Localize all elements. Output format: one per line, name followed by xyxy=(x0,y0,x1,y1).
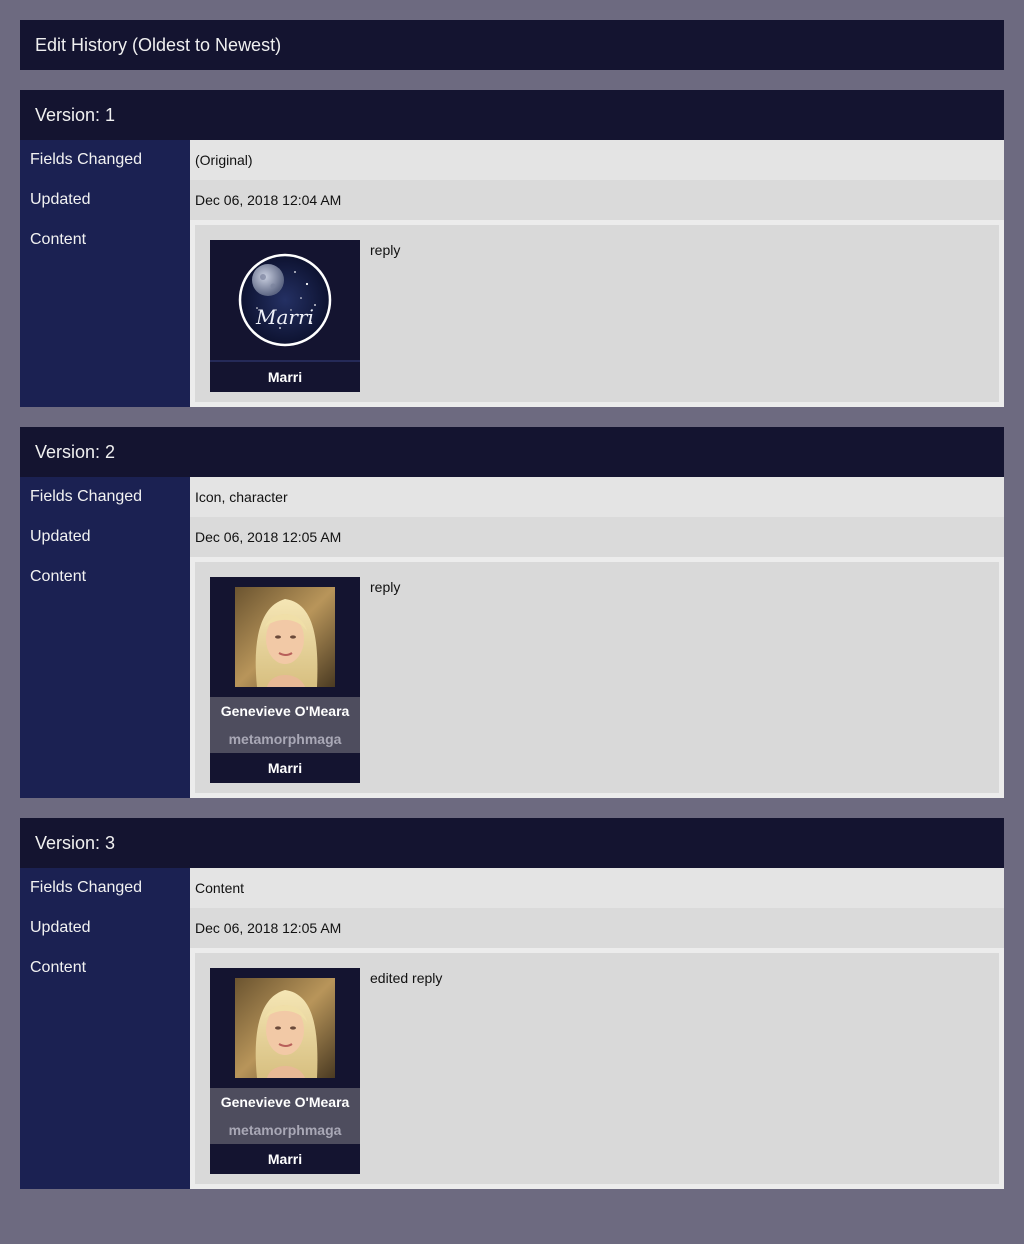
post: Genevieve O'Meara metamorphmaga Marri ed… xyxy=(195,953,999,1184)
updated-row: Updated Dec 06, 2018 12:05 AM xyxy=(20,517,1004,557)
character-screenname: metamorphmaga xyxy=(210,1116,360,1144)
version-block-3: Version: 3 Fields Changed Content Update… xyxy=(20,818,1004,1189)
author-name[interactable]: Marri xyxy=(210,753,360,783)
content-row: Content xyxy=(20,948,1004,1189)
version-header: Version: 1 xyxy=(20,90,1004,140)
marri-moon-avatar-icon[interactable]: Marri xyxy=(235,250,335,350)
svg-text:Marri: Marri xyxy=(255,305,314,329)
edit-history-page: Edit History (Oldest to Newest) Version:… xyxy=(20,20,1004,1189)
fields-changed-row: Fields Changed Icon, character xyxy=(20,477,1004,517)
post-info: Genevieve O'Meara metamorphmaga Marri xyxy=(210,968,360,1174)
post: Genevieve O'Meara metamorphmaga Marri re… xyxy=(195,562,999,793)
fields-changed-value: (Original) xyxy=(190,140,1004,180)
updated-label: Updated xyxy=(20,908,190,948)
version-block-2: Version: 2 Fields Changed Icon, characte… xyxy=(20,427,1004,798)
fields-changed-label: Fields Changed xyxy=(20,868,190,908)
post: Marri Marri reply xyxy=(195,225,999,402)
updated-row: Updated Dec 06, 2018 12:05 AM xyxy=(20,908,1004,948)
content-row: Content xyxy=(20,220,1004,407)
icon-box xyxy=(210,577,360,697)
fields-changed-value: Content xyxy=(190,868,1004,908)
content-wrap: Genevieve O'Meara metamorphmaga Marri ed… xyxy=(190,948,1004,1189)
author-name[interactable]: Marri xyxy=(210,362,360,392)
character-name[interactable]: Genevieve O'Meara xyxy=(210,697,360,725)
fields-changed-value: Icon, character xyxy=(190,477,1004,517)
blonde-woman-avatar-icon[interactable] xyxy=(235,978,335,1078)
post-info: Marri Marri xyxy=(210,240,360,392)
blonde-woman-avatar-icon[interactable] xyxy=(235,587,335,687)
fields-changed-row: Fields Changed (Original) xyxy=(20,140,1004,180)
icon-box: Marri xyxy=(210,240,360,362)
fields-changed-row: Fields Changed Content xyxy=(20,868,1004,908)
post-info: Genevieve O'Meara metamorphmaga Marri xyxy=(210,577,360,783)
fields-changed-label: Fields Changed xyxy=(20,477,190,517)
character-name[interactable]: Genevieve O'Meara xyxy=(210,1088,360,1116)
page-title: Edit History (Oldest to Newest) xyxy=(20,20,1004,70)
post-content: edited reply xyxy=(370,970,443,986)
character-screenname: metamorphmaga xyxy=(210,725,360,753)
content-wrap: Genevieve O'Meara metamorphmaga Marri re… xyxy=(190,557,1004,798)
updated-label: Updated xyxy=(20,517,190,557)
content-row: Content xyxy=(20,557,1004,798)
updated-value: Dec 06, 2018 12:04 AM xyxy=(190,180,1004,220)
updated-value: Dec 06, 2018 12:05 AM xyxy=(190,517,1004,557)
content-wrap: Marri Marri reply xyxy=(190,220,1004,407)
author-name[interactable]: Marri xyxy=(210,1144,360,1174)
content-label: Content xyxy=(20,557,190,798)
version-header: Version: 3 xyxy=(20,818,1004,868)
updated-row: Updated Dec 06, 2018 12:04 AM xyxy=(20,180,1004,220)
post-content: reply xyxy=(370,242,401,258)
version-block-1: Version: 1 Fields Changed (Original) Upd… xyxy=(20,90,1004,407)
post-content: reply xyxy=(370,579,401,595)
updated-label: Updated xyxy=(20,180,190,220)
icon-box xyxy=(210,968,360,1088)
fields-changed-label: Fields Changed xyxy=(20,140,190,180)
version-header: Version: 2 xyxy=(20,427,1004,477)
content-label: Content xyxy=(20,948,190,1189)
updated-value: Dec 06, 2018 12:05 AM xyxy=(190,908,1004,948)
content-label: Content xyxy=(20,220,190,407)
